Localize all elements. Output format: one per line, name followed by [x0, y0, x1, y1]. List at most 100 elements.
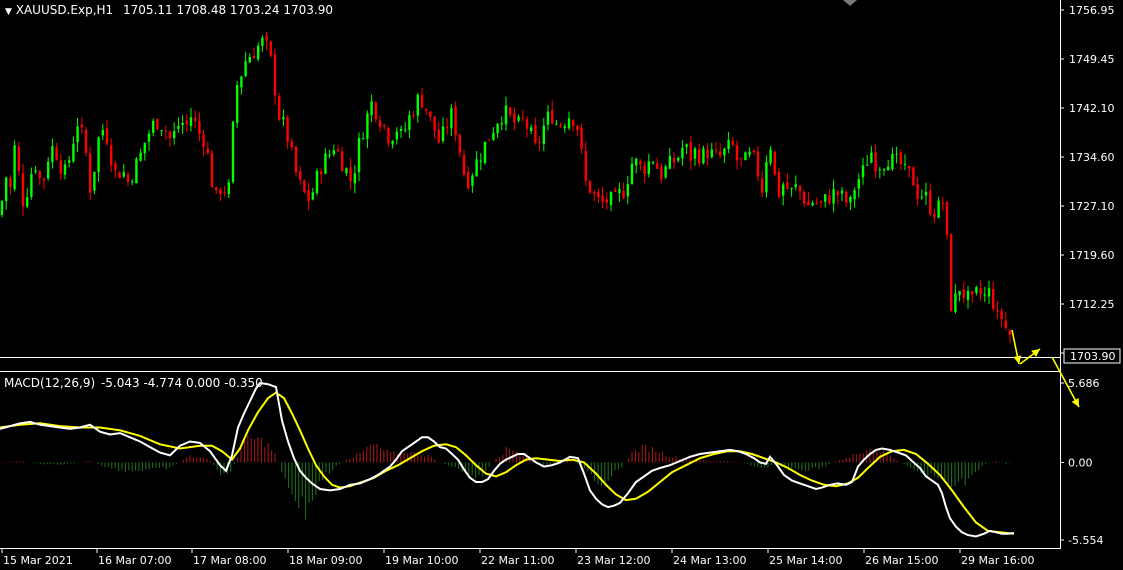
time-tick-label: 16 Mar 07:00: [98, 554, 171, 567]
candle-body: [252, 55, 256, 59]
macd-values: -5.043 -4.774 0.000 -0.350: [100, 376, 263, 390]
candle-body: [870, 152, 873, 163]
candle-body: [798, 185, 802, 192]
candle-body: [534, 125, 537, 143]
candle-body: [93, 171, 96, 191]
candle-body: [735, 145, 739, 161]
candle-body: [866, 164, 869, 166]
candle-body: [945, 201, 949, 235]
candle-body: [618, 189, 621, 193]
candle-body: [584, 150, 587, 181]
candle-body: [983, 294, 986, 296]
candle-body: [853, 190, 856, 200]
time-tick-label: 15 Mar 2021: [3, 554, 73, 567]
candle-body: [425, 108, 428, 111]
candle-body: [941, 202, 944, 204]
candle-body: [185, 120, 188, 124]
candle-body: [710, 149, 713, 158]
candle-body: [882, 169, 886, 171]
candle-body: [630, 163, 634, 184]
candle-body: [559, 124, 562, 127]
collapse-triangle-icon[interactable]: ▼: [5, 7, 12, 17]
candle-body: [383, 124, 386, 127]
time-tick-label: 24 Mar 13:00: [673, 554, 746, 567]
candle-body: [420, 94, 424, 108]
candle-body: [462, 154, 466, 175]
candle-body: [299, 171, 302, 180]
candle-body: [626, 184, 629, 197]
candle-body: [521, 117, 524, 119]
candle-body: [706, 149, 709, 159]
candle-body: [215, 187, 218, 191]
price-tick-label: 1719.60: [1069, 249, 1115, 262]
candle-body: [38, 171, 41, 178]
candle-body: [971, 291, 974, 295]
candle-body: [181, 122, 184, 125]
candle-body: [849, 196, 852, 203]
candle-body: [912, 167, 915, 186]
candle-body: [828, 195, 831, 204]
candle-body: [202, 134, 205, 148]
candle-body: [483, 141, 487, 163]
candle-body: [429, 111, 432, 117]
candle-body: [567, 118, 571, 129]
candle-body: [647, 161, 650, 175]
candle-body: [765, 162, 768, 193]
candle-body: [769, 149, 772, 164]
candle-body: [391, 140, 394, 145]
candle-body: [9, 177, 12, 188]
candle-body: [954, 293, 957, 313]
candle-body: [248, 56, 251, 63]
candle-body: [173, 131, 176, 139]
candle-body: [504, 105, 508, 125]
candle-body: [55, 147, 58, 160]
candle-body: [1008, 330, 1012, 336]
candle-body: [446, 127, 449, 129]
time-tick-label: 19 Mar 10:00: [385, 554, 458, 567]
candle-body: [824, 194, 827, 202]
candle-body: [731, 141, 734, 145]
time-tick-label: 26 Mar 15:00: [865, 554, 938, 567]
candle-body: [819, 201, 823, 203]
down-arrow-head: [1013, 355, 1022, 364]
price-tick-label: 1727.10: [1069, 200, 1115, 213]
candle-body: [794, 184, 797, 187]
candle-body: [895, 153, 898, 155]
candle-body: [660, 166, 663, 180]
candle-body: [966, 290, 970, 300]
candle-body: [588, 180, 592, 193]
candle-body: [450, 108, 453, 129]
candle-body: [206, 148, 209, 153]
candle-body: [517, 116, 520, 121]
macd-header: MACD(12,26,9) -5.043 -4.774 0.000 -0.350: [4, 376, 263, 390]
candle-body: [84, 129, 88, 153]
candle-body: [30, 174, 33, 197]
candle-body: [811, 202, 814, 206]
candle-body: [845, 191, 848, 203]
candle-body: [488, 139, 491, 141]
candle-body: [236, 85, 239, 123]
chart-canvas[interactable]: 1756.95 1749.45 1742.10 1734.60 1727.10 1719.…: [0, 0, 1123, 570]
candle-body: [408, 115, 411, 130]
candle-body: [51, 146, 54, 163]
candle-body: [815, 202, 818, 204]
candle-body: [471, 175, 474, 186]
candle-body: [723, 148, 726, 156]
candle-body: [996, 310, 999, 312]
candle-body: [320, 171, 323, 175]
candle-body: [143, 142, 146, 154]
candle-body: [786, 182, 789, 189]
candle-body: [601, 195, 604, 202]
candle-body: [244, 61, 247, 77]
time-tick-label: 17 Mar 08:00: [193, 554, 266, 567]
candle-body: [840, 190, 844, 194]
candle-body: [580, 127, 583, 150]
candle-body: [194, 117, 197, 121]
candle-body: [668, 156, 671, 169]
candle-body: [164, 130, 167, 132]
candle-body: [240, 76, 243, 88]
candle-body: [357, 137, 361, 173]
candle-body: [269, 41, 272, 56]
candle-body: [807, 201, 810, 206]
candle-body: [68, 160, 71, 163]
